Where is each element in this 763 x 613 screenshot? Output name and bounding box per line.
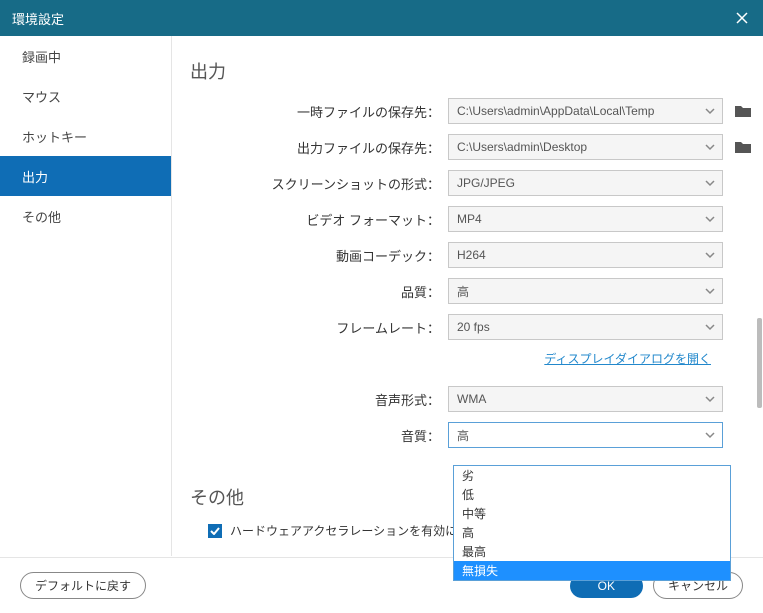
dropdown-option[interactable]: 劣: [454, 466, 730, 485]
section-heading-output: 出力: [190, 58, 753, 84]
video-format-label: ビデオ フォーマット：: [190, 210, 448, 229]
codec-select[interactable]: H264: [448, 242, 723, 268]
sidebar-item-mouse[interactable]: マウス: [0, 76, 171, 116]
audio-quality-select[interactable]: 高: [448, 422, 723, 448]
scrollbar[interactable]: [757, 318, 762, 408]
output-path-select[interactable]: C:\Users\admin\Desktop: [448, 134, 723, 160]
chevron-down-icon: [704, 176, 716, 190]
codec-label: 動画コーデック：: [190, 246, 448, 265]
dropdown-option[interactable]: 最高: [454, 542, 730, 561]
output-path-label: 出力ファイルの保存先：: [190, 138, 448, 157]
quality-label: 品質：: [190, 282, 448, 301]
audio-format-select[interactable]: WMA: [448, 386, 723, 412]
default-button[interactable]: デフォルトに戻す: [20, 572, 146, 599]
chevron-down-icon: [704, 428, 716, 442]
dropdown-option[interactable]: 低: [454, 485, 730, 504]
chevron-down-icon: [704, 284, 716, 298]
audio-format-label: 音声形式：: [190, 390, 448, 409]
framerate-select[interactable]: 20 fps: [448, 314, 723, 340]
temp-path-select[interactable]: C:\Users\admin\AppData\Local\Temp: [448, 98, 723, 124]
dropdown-option[interactable]: 中等: [454, 504, 730, 523]
chevron-down-icon: [704, 140, 716, 154]
chevron-down-icon: [704, 212, 716, 226]
chevron-down-icon: [704, 320, 716, 334]
chevron-down-icon: [704, 248, 716, 262]
sidebar: 録画中 マウス ホットキー 出力 その他: [0, 36, 172, 556]
quality-select[interactable]: 高: [448, 278, 723, 304]
sidebar-item-hotkey[interactable]: ホットキー: [0, 116, 171, 156]
framerate-label: フレームレート：: [190, 318, 448, 337]
dropdown-option[interactable]: 高: [454, 523, 730, 542]
folder-icon[interactable]: [733, 102, 753, 120]
sidebar-item-recording[interactable]: 録画中: [0, 36, 171, 76]
chevron-down-icon: [704, 392, 716, 406]
window-title: 環境設定: [12, 9, 64, 28]
audio-quality-dropdown[interactable]: 劣 低 中等 高 最高 無損失: [453, 465, 731, 581]
video-format-select[interactable]: MP4: [448, 206, 723, 232]
display-dialog-link[interactable]: ディスプレイダイアログを開く: [544, 352, 711, 366]
sidebar-item-output[interactable]: 出力: [0, 156, 171, 196]
titlebar: 環境設定: [0, 0, 763, 36]
close-icon[interactable]: [733, 9, 751, 27]
screenshot-format-select[interactable]: JPG/JPEG: [448, 170, 723, 196]
screenshot-format-label: スクリーンショットの形式：: [190, 174, 448, 193]
hw-accel-checkbox[interactable]: [208, 524, 222, 538]
dropdown-option[interactable]: 無損失: [454, 561, 730, 580]
audio-quality-label: 音質：: [190, 426, 448, 445]
folder-icon[interactable]: [733, 138, 753, 156]
temp-path-label: 一時ファイルの保存先：: [190, 102, 448, 121]
sidebar-item-other[interactable]: その他: [0, 196, 171, 236]
chevron-down-icon: [704, 104, 716, 118]
